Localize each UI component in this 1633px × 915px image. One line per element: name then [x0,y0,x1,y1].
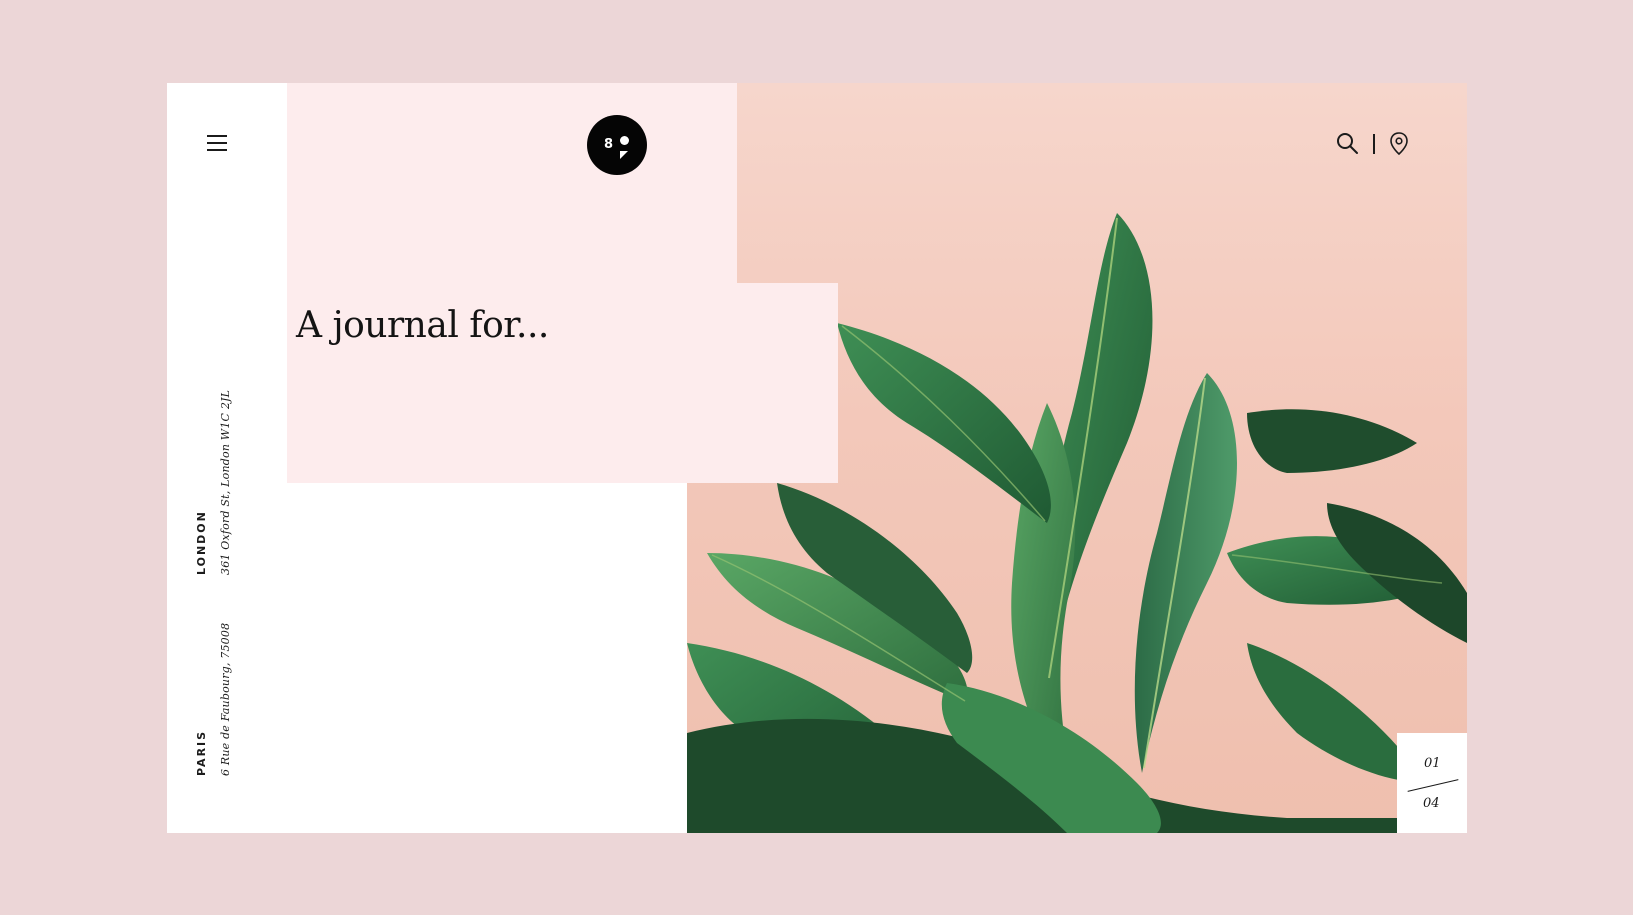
map-pin-icon[interactable] [1389,131,1409,157]
menu-bar-top [207,135,227,137]
header-tools [1335,131,1415,157]
address-city-london: LONDON [195,510,208,575]
menu-bar-bottom [207,149,227,151]
address-street-paris: 6 Rue de Faubourg, 75008 [219,622,232,776]
logo-dot [620,136,629,145]
pager-total: 04 [1423,796,1440,811]
header-pink-band [287,83,737,283]
logo-tail [620,151,628,159]
pager-divider [1407,779,1459,792]
tool-divider [1373,134,1375,154]
hamburger-menu-icon[interactable] [207,135,235,155]
pager-current: 01 [1424,756,1441,771]
address-street-london: 361 Oxford St, London W1C 2JL [219,389,232,575]
search-icon[interactable] [1335,131,1361,157]
address-city-paris: PARIS [195,729,208,776]
logo-number: 8 [604,137,614,152]
page-frame: A journal for... 8 LONDON 361 Oxford St,… [167,83,1467,833]
page-headline: A journal for... [296,305,549,346]
brand-logo[interactable]: 8 [587,115,647,175]
slide-pager[interactable]: 01 04 [1397,733,1467,833]
menu-bar-middle [207,142,227,144]
